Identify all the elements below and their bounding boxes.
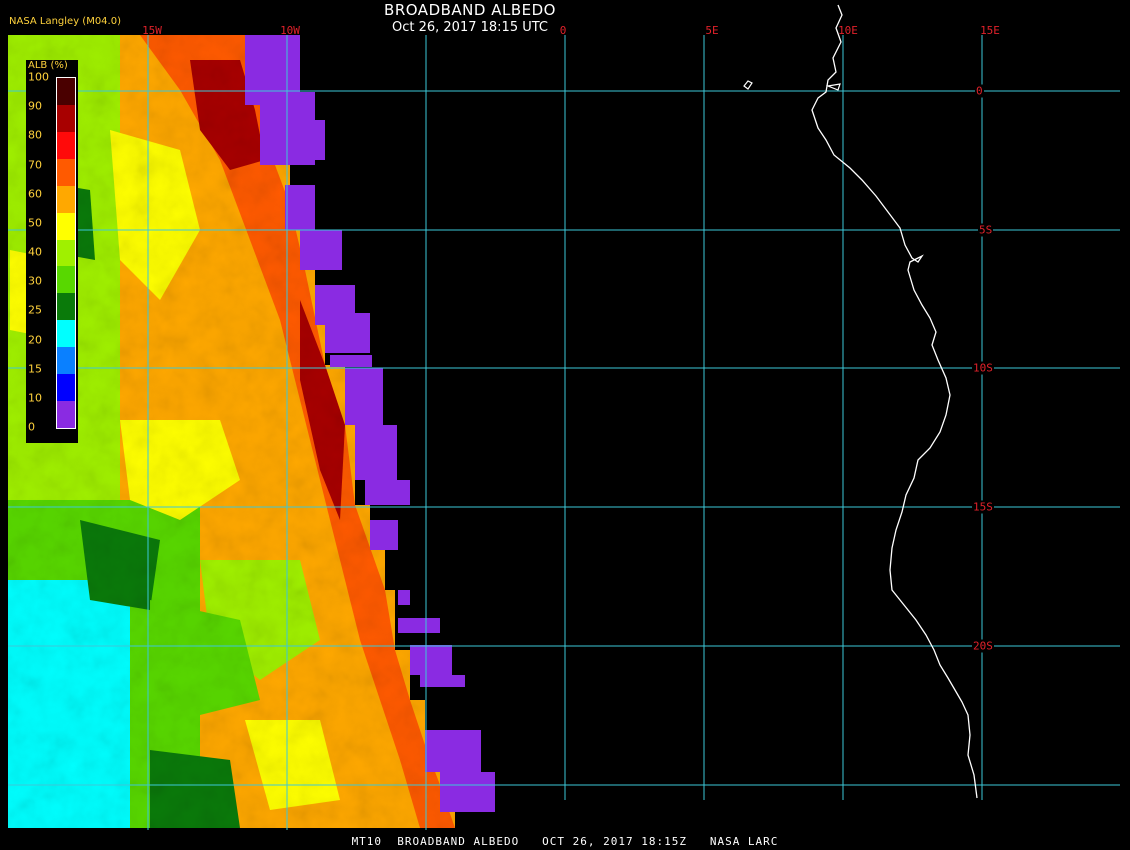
map-title: BROADBAND ALBEDO bbox=[384, 1, 556, 19]
legend-tick: 70 bbox=[28, 158, 42, 171]
lon-label-0: 0 bbox=[559, 24, 567, 37]
lat-label-0: 0 bbox=[975, 84, 984, 98]
map-timestamp: Oct 26, 2017 18:15 UTC bbox=[392, 20, 548, 35]
lon-label-15e: 15E bbox=[980, 24, 1000, 37]
legend-swatch bbox=[57, 158, 75, 186]
legend-tick: 40 bbox=[28, 245, 42, 259]
legend-title: ALB (%) bbox=[28, 60, 68, 71]
lon-label-15w: 15W bbox=[142, 24, 162, 37]
legend-tick: 80 bbox=[28, 128, 42, 142]
legend-tick: 100 bbox=[28, 70, 49, 84]
legend-swatch bbox=[57, 293, 75, 321]
legend-swatch bbox=[57, 239, 75, 267]
lat-label-20s: 20S bbox=[972, 639, 994, 653]
legend-swatch bbox=[57, 347, 75, 375]
legend-tick: 90 bbox=[28, 99, 42, 113]
legend-swatches bbox=[56, 77, 76, 429]
lat-label-5s: 5S bbox=[978, 223, 994, 237]
legend-swatch bbox=[57, 78, 75, 105]
legend-swatch bbox=[57, 185, 75, 213]
lon-label-10e: 10E bbox=[838, 24, 858, 37]
legend-tick: 30 bbox=[28, 274, 42, 288]
legend-tick: 0 bbox=[28, 420, 35, 434]
legend-swatch bbox=[57, 374, 75, 402]
product-credit: NASA Langley (M04.0) bbox=[9, 16, 121, 27]
lat-label-10s: 10S bbox=[972, 361, 994, 375]
legend-swatch bbox=[57, 212, 75, 240]
lat-label-15s: 15S bbox=[972, 500, 994, 514]
legend-tick: 20 bbox=[28, 333, 42, 346]
footer-caption: MT10 BROADBAND ALBEDO OCT 26, 2017 18:15… bbox=[351, 835, 779, 848]
albedo-legend: ALB (%) 100 90 80 70 60 50 40 30 25 20 15 10 0 bbox=[26, 60, 78, 443]
island-outline bbox=[743, 80, 753, 90]
coastline bbox=[811, 4, 978, 799]
legend-swatch bbox=[57, 131, 75, 159]
legend-tick: 10 bbox=[28, 391, 42, 405]
lon-label-10w: 10W bbox=[280, 24, 300, 37]
legend-tick: 60 bbox=[28, 187, 42, 201]
island-outline bbox=[825, 83, 841, 91]
legend-swatch bbox=[57, 266, 75, 294]
legend-tick: 15 bbox=[28, 362, 42, 376]
legend-swatch bbox=[57, 104, 75, 132]
lon-label-5e: 5E bbox=[705, 24, 719, 37]
legend-tick: 25 bbox=[28, 303, 42, 317]
legend-swatch bbox=[57, 401, 75, 429]
albedo-map bbox=[8, 4, 1120, 830]
legend-tick: 50 bbox=[28, 216, 42, 230]
legend-swatch bbox=[57, 320, 75, 348]
